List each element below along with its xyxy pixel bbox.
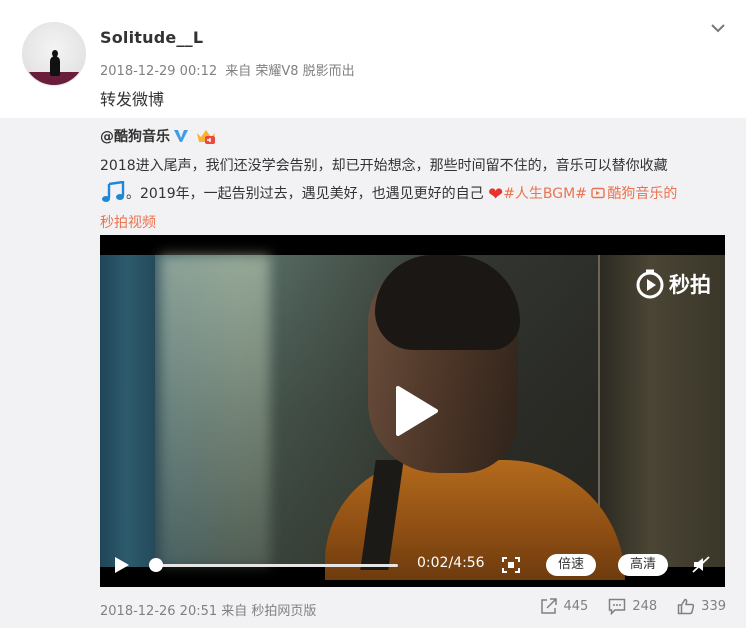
miaopai-logo: 秒拍 bbox=[635, 269, 711, 299]
verified-icon bbox=[174, 130, 188, 142]
original-source: 来自 秒拍网页版 bbox=[221, 604, 317, 619]
fullscreen-icon[interactable] bbox=[502, 557, 520, 573]
video-link-text-2: 秒拍视频 bbox=[100, 215, 156, 231]
repost-icon bbox=[540, 598, 557, 614]
repost-count: 445 bbox=[563, 599, 589, 614]
post-device[interactable]: 荣耀V8 脱影而出 bbox=[255, 64, 354, 79]
hashtag-link[interactable]: #人生BGM# bbox=[503, 186, 587, 202]
repost-text: 转发微博 bbox=[100, 90, 165, 109]
like-button[interactable]: 339 bbox=[677, 598, 726, 615]
miaopai-logo-text: 秒拍 bbox=[669, 273, 711, 297]
comment-count: 248 bbox=[632, 599, 658, 614]
progress-knob[interactable] bbox=[148, 558, 163, 572]
play-icon[interactable] bbox=[392, 385, 440, 437]
video-link-icon bbox=[591, 187, 606, 199]
original-date[interactable]: 2018-12-26 20:51 bbox=[100, 604, 217, 619]
avatar[interactable] bbox=[22, 22, 86, 86]
original-author: @酷狗音乐 bbox=[100, 126, 217, 146]
mute-icon[interactable] bbox=[692, 556, 710, 573]
chevron-down-icon[interactable] bbox=[710, 22, 726, 34]
quality-button[interactable]: 高清 bbox=[618, 554, 669, 576]
speed-button[interactable]: 倍速 bbox=[546, 554, 597, 576]
play-button[interactable] bbox=[114, 556, 130, 574]
miaopai-logo-icon bbox=[636, 269, 664, 299]
avatar-figure bbox=[50, 50, 60, 76]
post-meta: 2018-12-29 00:12 来自 荣耀V8 脱影而出 bbox=[100, 60, 359, 79]
action-bar: 445 248 339 bbox=[520, 598, 726, 615]
video-controls: 0:02/4:56 倍速 高清 bbox=[100, 541, 725, 587]
like-icon bbox=[677, 598, 695, 615]
like-count: 339 bbox=[701, 599, 726, 614]
video-time: 0:02/4:56 bbox=[417, 555, 485, 571]
music-note-icon bbox=[102, 181, 125, 202]
post-from-label: 来自 bbox=[225, 64, 252, 79]
repost-button[interactable]: 445 bbox=[540, 598, 589, 615]
original-author-name[interactable]: @酷狗音乐 bbox=[100, 126, 170, 146]
video-link-text: 酷狗音乐的 bbox=[607, 186, 678, 202]
original-text-line1: 2018进入尾声，我们还没学会告别，却已开始想念，那些时间留不住的，音乐可以替你… bbox=[100, 158, 668, 174]
video-player[interactable]: 秒拍 0:02/4:56 倍速 高清 bbox=[100, 235, 725, 587]
comment-button[interactable]: 248 bbox=[608, 598, 657, 615]
heart-icon: ❤ bbox=[488, 184, 504, 205]
crown-badge-icon[interactable] bbox=[195, 127, 217, 145]
original-text: 2018进入尾声，我们还没学会告别，却已开始想念，那些时间留不住的，音乐可以替你… bbox=[100, 152, 720, 237]
post-timestamp[interactable]: 2018-12-29 00:12 bbox=[100, 64, 217, 79]
comment-icon bbox=[609, 598, 626, 615]
original-footer: 2018-12-26 20:51 来自 秒拍网页版 bbox=[100, 600, 316, 619]
progress-track[interactable] bbox=[154, 564, 398, 567]
original-text-line2: 。2019年，一起告别过去，遇见美好，也遇见更好的自己 bbox=[126, 186, 484, 202]
original-post-card: @酷狗音乐 2018进入尾声，我们还没学会告别，却已开始想念，那些时间留不住的，… bbox=[0, 118, 746, 628]
username[interactable]: Solitude__L bbox=[100, 28, 203, 47]
